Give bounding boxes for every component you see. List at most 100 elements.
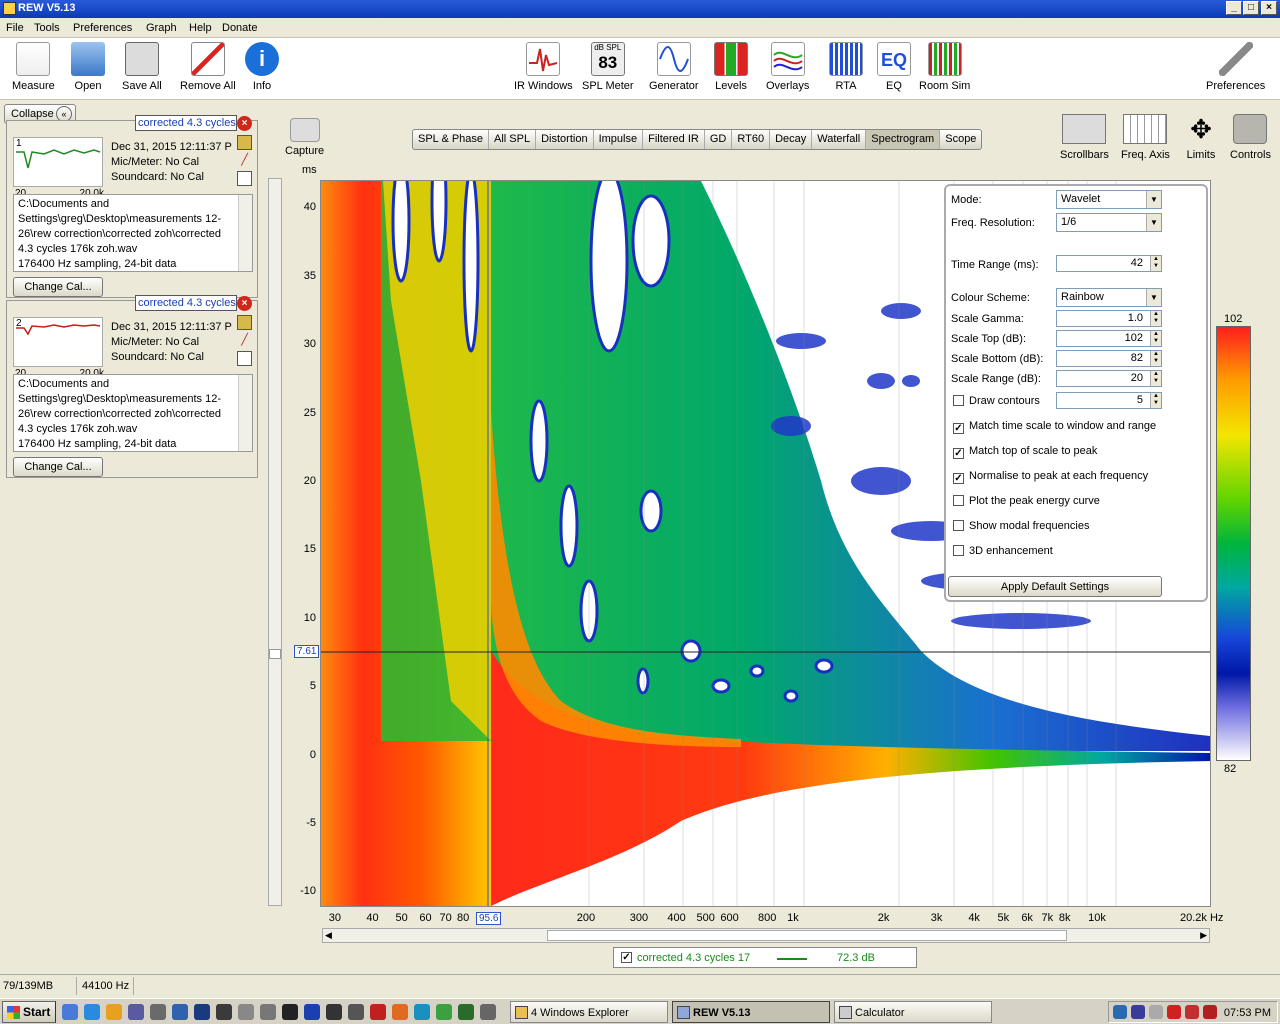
tab-rt60[interactable]: RT60 bbox=[732, 130, 771, 149]
taskbar-rew[interactable]: REW V5.13 bbox=[672, 1001, 830, 1023]
menu-tools[interactable]: Tools bbox=[34, 22, 60, 34]
app-shortcut-icon[interactable] bbox=[326, 1004, 342, 1020]
spinner-arrows-icon[interactable]: ▲ ▼ bbox=[1150, 371, 1161, 386]
spinner-arrows-icon[interactable]: ▲ ▼ bbox=[1150, 351, 1161, 366]
tab-distortion[interactable]: Distortion bbox=[536, 130, 594, 149]
save-all-button[interactable]: Save All bbox=[122, 42, 162, 92]
eq-button[interactable]: EQ EQ bbox=[877, 42, 911, 92]
colour-scheme-select[interactable]: Rainbow ▼ bbox=[1056, 288, 1162, 307]
tab-decay[interactable]: Decay bbox=[770, 130, 813, 149]
browser-icon[interactable] bbox=[84, 1004, 100, 1020]
red-app-icon[interactable] bbox=[370, 1004, 386, 1020]
info-button[interactable]: i Info bbox=[245, 42, 279, 92]
media-icon[interactable] bbox=[260, 1004, 276, 1020]
tab-spectrogram[interactable]: Spectrogram bbox=[866, 130, 941, 149]
remove-measurement-icon[interactable]: × bbox=[237, 296, 252, 311]
generator-button[interactable]: Generator bbox=[649, 42, 699, 92]
rta-button[interactable]: RTA bbox=[829, 42, 863, 92]
taskbar-calculator[interactable]: Calculator bbox=[834, 1001, 992, 1023]
measure-button[interactable]: Measure bbox=[12, 42, 55, 92]
limits-button[interactable]: ✥ Limits bbox=[1179, 114, 1223, 161]
scrollbars-button[interactable]: Scrollbars bbox=[1060, 114, 1109, 161]
minimize-button[interactable]: _ bbox=[1226, 1, 1242, 15]
close-button[interactable]: × bbox=[1261, 1, 1277, 15]
taskbar-clock[interactable]: 07:53 PM bbox=[1224, 1007, 1271, 1019]
measurement-info-icon[interactable] bbox=[237, 315, 252, 330]
notes-icon[interactable] bbox=[237, 351, 252, 366]
contours-spinner[interactable]: 5 ▲ ▼ bbox=[1056, 392, 1162, 409]
controls-button[interactable]: Controls bbox=[1230, 114, 1271, 161]
scroll-left-icon[interactable]: ◀ bbox=[325, 930, 332, 941]
pen-icon[interactable]: ╱ bbox=[237, 153, 252, 168]
rew-launch-icon[interactable] bbox=[194, 1004, 210, 1020]
tray-network-icon[interactable] bbox=[1131, 1005, 1145, 1019]
freq-axis-button[interactable]: Freq. Axis bbox=[1121, 114, 1170, 161]
menu-donate[interactable]: Donate bbox=[222, 22, 257, 34]
vertical-scroll-thumb[interactable] bbox=[269, 649, 281, 659]
checkbox-3d-enhancement[interactable]: 3D enhancement bbox=[953, 545, 1053, 557]
preferences-button[interactable]: Preferences bbox=[1206, 42, 1265, 92]
menu-graph[interactable]: Graph bbox=[146, 22, 177, 34]
system-icon[interactable] bbox=[172, 1004, 188, 1020]
quick-launch-icon[interactable] bbox=[128, 1004, 144, 1020]
measurement-name-field[interactable]: corrected 4.3 cycles 17 bbox=[135, 295, 237, 311]
measurement-notes[interactable]: C:\Documents and Settings\greg\Desktop\m… bbox=[13, 194, 253, 272]
freq-resolution-select[interactable]: 1/6 ▼ bbox=[1056, 213, 1162, 232]
ir-windows-button[interactable]: IR Windows bbox=[514, 42, 573, 92]
legend-visibility-checkbox[interactable]: ✓ bbox=[621, 952, 632, 963]
tab-all-spl[interactable]: All SPL bbox=[489, 130, 537, 149]
util-icon[interactable] bbox=[458, 1004, 474, 1020]
overlays-button[interactable]: Overlays bbox=[766, 42, 809, 92]
capture-button[interactable]: Capture bbox=[285, 118, 324, 157]
notes-scrollbar[interactable] bbox=[238, 375, 252, 451]
spinner-arrows-icon[interactable]: ▲ ▼ bbox=[1150, 331, 1161, 346]
measurement-thumbnail[interactable]: 2 20 20.0k bbox=[13, 317, 104, 379]
tab-gd[interactable]: GD bbox=[705, 130, 733, 149]
horizontal-scroll-thumb[interactable] bbox=[547, 930, 1067, 941]
network-icon[interactable] bbox=[414, 1004, 430, 1020]
taskbar-windows-explorer[interactable]: 4 Windows Explorer bbox=[510, 1001, 668, 1023]
foobar-icon[interactable] bbox=[282, 1004, 298, 1020]
spinner-arrows-icon[interactable]: ▲ ▼ bbox=[1150, 256, 1161, 271]
start-button[interactable]: Start bbox=[2, 1001, 56, 1023]
tool-icon[interactable] bbox=[348, 1004, 364, 1020]
desktop-icon[interactable] bbox=[62, 1004, 78, 1020]
scale-top-spinner[interactable]: 102 ▲ ▼ bbox=[1056, 330, 1162, 347]
tab-scope[interactable]: Scope bbox=[940, 130, 981, 149]
firefox-icon[interactable] bbox=[304, 1004, 320, 1020]
room-sim-button[interactable]: Room Sim bbox=[919, 42, 970, 92]
tab-spl-phase[interactable]: SPL & Phase bbox=[413, 130, 490, 149]
draw-contours-checkbox[interactable]: Draw contours bbox=[953, 395, 1040, 407]
measurement-card-1[interactable]: corrected 4.3 cycles 17 × 1 20 20.0k Dec… bbox=[6, 115, 258, 298]
more-icon[interactable] bbox=[480, 1004, 496, 1020]
vertical-scrollbar[interactable] bbox=[268, 178, 282, 906]
checkbox-plot-the-peak-energy-curve[interactable]: Plot the peak energy curve bbox=[953, 495, 1100, 507]
measurement-info-icon[interactable] bbox=[237, 135, 252, 150]
eac-icon[interactable] bbox=[238, 1004, 254, 1020]
checkbox-match-top-of-scale-to-peak[interactable]: ✓ Match top of scale to peak bbox=[953, 445, 1097, 459]
tray-shield-icon[interactable] bbox=[1185, 1005, 1199, 1019]
green-app-icon[interactable] bbox=[436, 1004, 452, 1020]
checkbox-show-modal-frequencies[interactable]: Show modal frequencies bbox=[953, 520, 1089, 532]
tab-waterfall[interactable]: Waterfall bbox=[812, 130, 867, 149]
time-range-spinner[interactable]: 42 ▲ ▼ bbox=[1056, 255, 1162, 272]
measurement-thumbnail[interactable]: 1 20 20.0k bbox=[13, 137, 104, 199]
notes-icon[interactable] bbox=[237, 171, 252, 186]
tray-volume-icon[interactable] bbox=[1149, 1005, 1163, 1019]
spinner-arrows-icon[interactable]: ▲ ▼ bbox=[1150, 393, 1161, 408]
remove-measurement-icon[interactable]: × bbox=[237, 116, 252, 131]
spinner-arrows-icon[interactable]: ▲ ▼ bbox=[1150, 311, 1161, 326]
scale-bottom-spinner[interactable]: 82 ▲ ▼ bbox=[1056, 350, 1162, 367]
pen-icon[interactable]: ╱ bbox=[237, 333, 252, 348]
tray-security-icon[interactable] bbox=[1203, 1005, 1217, 1019]
scale-gamma-spinner[interactable]: 1.0 ▲ ▼ bbox=[1056, 310, 1162, 327]
scroll-right-icon[interactable]: ▶ bbox=[1200, 930, 1207, 941]
menu-help[interactable]: Help bbox=[189, 22, 212, 34]
spl-meter-button[interactable]: dB SPL 83 SPL Meter bbox=[582, 42, 634, 92]
maximize-button[interactable]: □ bbox=[1243, 1, 1259, 15]
tab-impulse[interactable]: Impulse bbox=[594, 130, 644, 149]
orange-app-icon[interactable] bbox=[392, 1004, 408, 1020]
checkbox-match-time-scale-to-window-and-range[interactable]: ✓ Match time scale to window and range bbox=[953, 420, 1156, 434]
remove-all-button[interactable]: Remove All bbox=[180, 42, 236, 92]
horizontal-scrollbar[interactable]: ◀ ▶ bbox=[322, 928, 1210, 943]
